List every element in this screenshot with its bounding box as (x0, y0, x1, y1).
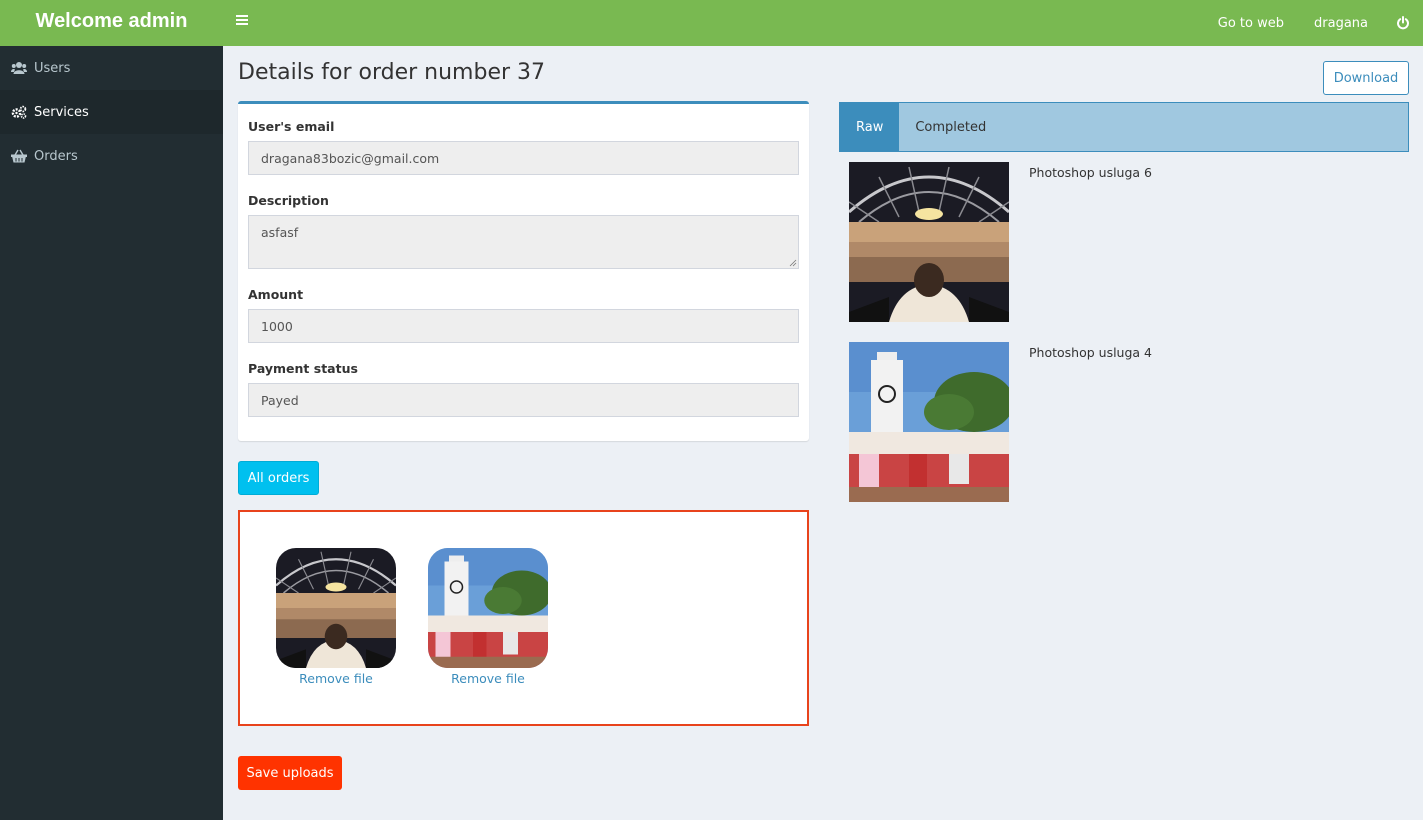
email-field[interactable]: dragana83bozic@gmail.com (248, 141, 799, 175)
resize-grip-icon[interactable] (789, 259, 797, 267)
description-label: Description (248, 193, 329, 208)
sidebar-item-users[interactable]: Users (0, 46, 223, 90)
amount-field[interactable]: 1000 (248, 309, 799, 343)
sidebar-item-label: Services (34, 104, 89, 120)
download-button[interactable]: Download (1323, 61, 1409, 95)
save-uploads-button[interactable]: Save uploads (238, 756, 342, 790)
go-to-web-link[interactable]: Go to web (1203, 16, 1299, 31)
sidebar: Users Services Orders (0, 46, 223, 820)
concert-photo-thumbnail (276, 548, 396, 668)
media-title: Photoshop usluga 6 (1029, 165, 1152, 180)
description-field[interactable]: asfasf (248, 215, 799, 269)
media-item: Photoshop usluga 6 (849, 162, 1409, 322)
sidebar-item-orders[interactable]: Orders (0, 134, 223, 178)
sidebar-item-services[interactable]: Services (0, 90, 223, 134)
upload-dropzone[interactable]: Remove file Remove file (238, 510, 809, 726)
remove-file-link[interactable]: Remove file (276, 671, 396, 686)
users-icon (11, 60, 27, 76)
app-logo[interactable]: Welcome admin (0, 0, 223, 46)
page-title: Details for order number 37 (238, 60, 546, 85)
cogs-icon (11, 104, 27, 120)
navbar-right: Go to web dragana (1203, 0, 1423, 46)
media-item: Photoshop usluga 4 (849, 342, 1409, 502)
order-details-box: User's email dragana83bozic@gmail.com De… (238, 101, 809, 441)
upload-preview: Remove file (428, 548, 548, 686)
top-navbar: Welcome admin Go to web dragana (0, 0, 1423, 46)
payment-status-field[interactable]: Payed (248, 383, 799, 417)
amount-label: Amount (248, 287, 304, 302)
description-value: asfasf (261, 225, 299, 240)
tab-completed[interactable]: Completed (899, 103, 1002, 151)
file-tabs: Raw Completed (839, 102, 1409, 152)
email-label: User's email (248, 119, 335, 134)
concert-photo-image[interactable] (849, 162, 1009, 322)
clock-tower-photo-image[interactable] (849, 342, 1009, 502)
remove-file-link[interactable]: Remove file (428, 671, 548, 686)
basket-icon (11, 148, 27, 164)
hamburger-icon[interactable] (236, 13, 252, 29)
tab-raw[interactable]: Raw (840, 103, 900, 151)
upload-preview: Remove file (276, 548, 396, 686)
power-icon[interactable] (1383, 0, 1423, 46)
all-orders-button[interactable]: All orders (238, 461, 319, 495)
user-menu[interactable]: dragana (1299, 16, 1383, 31)
payment-status-label: Payment status (248, 361, 358, 376)
sidebar-item-label: Users (34, 60, 71, 76)
clock-tower-photo-thumbnail (428, 548, 548, 668)
sidebar-item-label: Orders (34, 148, 78, 164)
media-title: Photoshop usluga 4 (1029, 345, 1152, 360)
